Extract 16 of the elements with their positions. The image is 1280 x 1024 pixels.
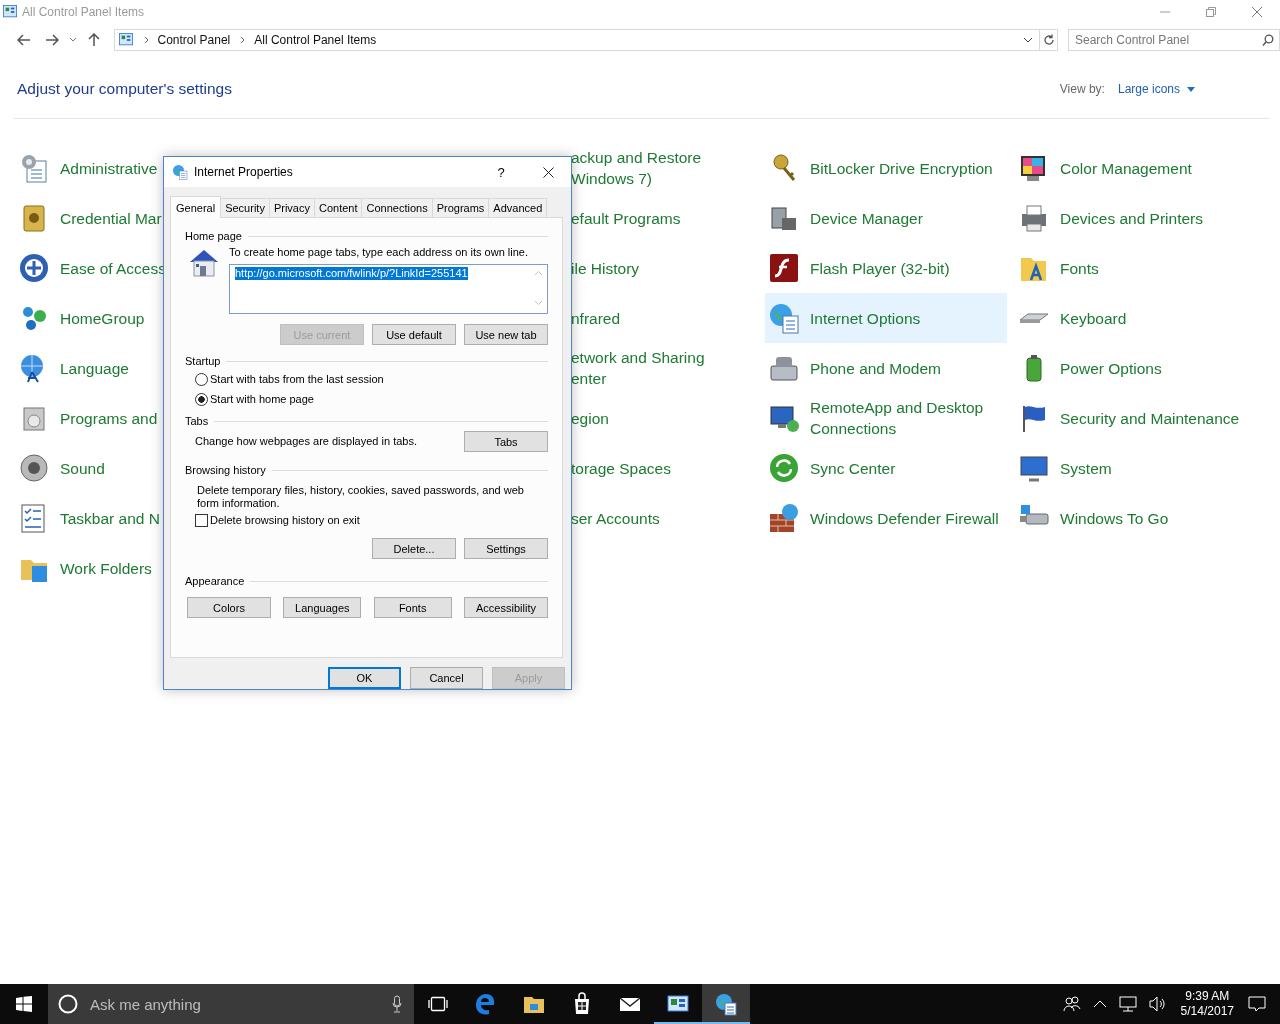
option-label: Start with tabs from the last session: [210, 373, 384, 385]
description-text: Delete temporary files, history, cookies, saved passwords, and web form information.: [197, 484, 525, 510]
view-by-label: View by:: [1059, 82, 1105, 96]
group-heading: Tabs: [185, 415, 209, 427]
group-heading: Appearance: [185, 575, 245, 587]
group-heading: Startup: [185, 355, 221, 367]
checkbox-label: Delete browsing history on exit: [210, 514, 360, 526]
description-text: Change how webpages are displayed in tabs.: [195, 435, 417, 448]
url-text: http://go.microsoft.com/fwlink/p/?LinkId=255141: [235, 267, 468, 280]
group-heading: Home page: [185, 230, 242, 242]
window-title: All Control Panel Items: [22, 5, 145, 19]
page-heading: Adjust your computer's settings: [17, 80, 232, 98]
instruction-text: To create home page tabs, type each address on its own line.: [229, 246, 529, 259]
dialog-title: Internet Properties: [194, 165, 293, 179]
option-label: Start with home page: [210, 393, 314, 405]
group-heading: Browsing history: [185, 464, 266, 476]
